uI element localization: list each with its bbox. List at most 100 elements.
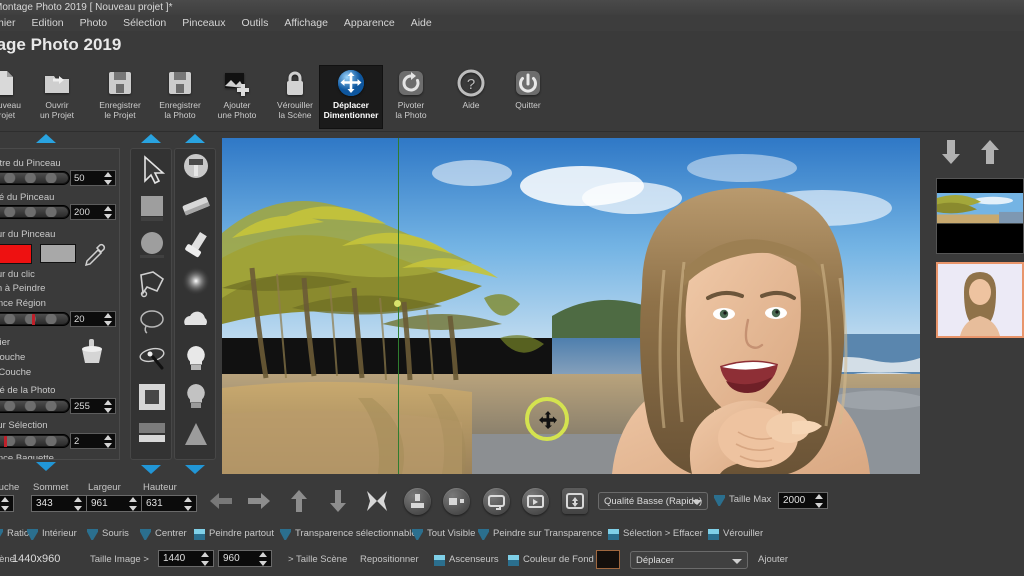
- selection-contour-slider[interactable]: [0, 434, 70, 448]
- chevron-down-icon[interactable]: [732, 559, 742, 564]
- checkbox-icon[interactable]: [194, 529, 205, 540]
- layer-thumbnail-beach-palms[interactable]: [936, 178, 1024, 254]
- reposition-button[interactable]: Repositionner: [360, 554, 419, 565]
- left-field-input[interactable]: [0, 495, 14, 512]
- menu-item-apparence[interactable]: Apparence: [336, 15, 403, 31]
- toolbar-button-ouvrir-projet[interactable]: Ouvrir un Projet: [25, 65, 89, 129]
- toolbar-button-aide[interactable]: ? Aide: [439, 65, 503, 129]
- next-step-button[interactable]: [522, 488, 549, 515]
- sommet-input[interactable]: 343: [31, 495, 87, 512]
- image-height-input[interactable]: 960: [218, 550, 272, 567]
- tool-eraser[interactable]: [177, 189, 215, 227]
- menu-item-outils[interactable]: Outils: [233, 15, 276, 31]
- spinner-arrows-icon[interactable]: [104, 435, 113, 448]
- fit-scene-button[interactable]: [562, 488, 588, 514]
- spinner-arrows-icon[interactable]: [1, 497, 10, 511]
- toolcol1-scroll-up-icon[interactable]: [141, 134, 161, 143]
- tool-cloud-smudge[interactable]: [177, 303, 215, 341]
- menu-item-affichage[interactable]: Affichage: [276, 15, 336, 31]
- toolbar-button-deplacer-dimentionner[interactable]: Déplacer Dimentionner: [319, 65, 383, 129]
- spinner-arrows-icon[interactable]: [104, 313, 113, 326]
- brush-density-input[interactable]: 200: [70, 204, 116, 220]
- menu-item-edition[interactable]: Edition: [24, 15, 72, 31]
- spinner-arrows-icon[interactable]: [104, 206, 113, 219]
- toolbar-button-quitter[interactable]: Quitter: [496, 65, 560, 129]
- collapse-center-button[interactable]: [364, 488, 390, 514]
- move-up-button[interactable]: [286, 488, 312, 514]
- photo-opacity-slider[interactable]: [0, 399, 70, 413]
- selection-contour-input[interactable]: 2: [70, 433, 116, 449]
- spinner-arrows-icon[interactable]: [74, 497, 83, 511]
- paint-bucket-icon[interactable]: [78, 337, 106, 374]
- toolcol2-scroll-down-icon[interactable]: [185, 465, 205, 474]
- menu-item-fichier[interactable]: Fichier: [0, 15, 24, 31]
- menu-item-selection[interactable]: Sélection: [115, 15, 174, 31]
- editing-canvas[interactable]: [222, 138, 920, 474]
- align-horizontal-button[interactable]: [443, 488, 470, 515]
- toolcol1-scroll-down-icon[interactable]: [141, 465, 161, 474]
- tool-frame-border[interactable]: [133, 379, 171, 417]
- tool-rectangle-select[interactable]: [133, 189, 171, 227]
- move-right-button[interactable]: [246, 488, 272, 514]
- checkbox-icon[interactable]: [140, 529, 151, 540]
- brush-color-swatch[interactable]: [0, 244, 32, 264]
- spinner-arrows-icon[interactable]: [201, 552, 210, 566]
- checkbox-icon[interactable]: [87, 529, 98, 540]
- toolbar-button-enregistrer-photo[interactable]: Enregistrer la Photo: [148, 65, 212, 129]
- eyedropper-icon[interactable]: [84, 242, 106, 271]
- layer-thumbnail-portrait[interactable]: [936, 262, 1024, 338]
- checkbox-icon[interactable]: [714, 495, 725, 506]
- tool-polygon-lasso[interactable]: [133, 265, 171, 303]
- multi-layer-label[interactable]: Multi couche: [0, 352, 25, 363]
- screen-fit-button[interactable]: [483, 488, 510, 515]
- brush-density-slider[interactable]: [0, 205, 70, 219]
- brush-diameter-input[interactable]: 50: [70, 170, 116, 186]
- tool-arrow-pointer[interactable]: [133, 151, 171, 189]
- layer-move-up-icon[interactable]: [979, 138, 1001, 171]
- toolbar-button-enregistrer-projet[interactable]: Enregistrer le Projet: [88, 65, 152, 129]
- mode-select[interactable]: Déplacer: [630, 551, 748, 569]
- checkbox-icon[interactable]: [508, 555, 519, 566]
- spinner-arrows-icon[interactable]: [104, 400, 113, 413]
- toolbar-button-pivoter-photo[interactable]: Pivoter la Photo: [379, 65, 443, 129]
- move-left-button[interactable]: [208, 488, 234, 514]
- toolcol2-scroll-up-icon[interactable]: [185, 134, 205, 143]
- photo-opacity-input[interactable]: 255: [70, 398, 116, 414]
- tool-clone-stamp[interactable]: [177, 227, 215, 265]
- panel-scroll-down-icon[interactable]: [36, 462, 56, 471]
- menu-item-aide[interactable]: Aide: [403, 15, 440, 31]
- checkbox-icon[interactable]: [478, 529, 489, 540]
- background-color-swatch[interactable]: [596, 550, 620, 569]
- toolbar-button-verouiller-scene[interactable]: Vérouiller la Scène: [263, 65, 327, 129]
- brush-diameter-slider[interactable]: [0, 171, 70, 185]
- spinner-arrows-icon[interactable]: [129, 497, 138, 511]
- spinner-arrows-icon[interactable]: [104, 172, 113, 185]
- quality-select[interactable]: Qualité Basse (Rapide): [598, 492, 708, 510]
- checkbox-icon[interactable]: [0, 529, 3, 540]
- checkbox-icon[interactable]: [608, 529, 619, 540]
- spinner-arrows-icon[interactable]: [184, 497, 193, 511]
- move-down-button[interactable]: [325, 488, 351, 514]
- tool-magic-wand[interactable]: [133, 341, 171, 379]
- align-vertical-button[interactable]: [404, 488, 431, 515]
- spinner-arrows-icon[interactable]: [815, 494, 824, 508]
- tool-crop[interactable]: [133, 417, 171, 455]
- mono-layer-label[interactable]: Mono Couche: [0, 367, 31, 378]
- image-width-input[interactable]: 1440: [158, 550, 214, 567]
- tool-blur-glow[interactable]: [177, 265, 215, 303]
- tool-freehand-lasso[interactable]: [133, 303, 171, 341]
- checkbox-icon[interactable]: [280, 529, 291, 540]
- chevron-down-icon[interactable]: [692, 500, 702, 505]
- panel-scroll-up-icon[interactable]: [36, 134, 56, 143]
- scene-size-button[interactable]: > Taille Scène: [288, 554, 347, 565]
- menu-item-photo[interactable]: Photo: [72, 15, 115, 31]
- hauteur-input[interactable]: 631: [141, 495, 197, 512]
- tool-paint-brush[interactable]: [177, 151, 215, 189]
- tool-ellipse-select[interactable]: [133, 227, 171, 265]
- toolbar-button-ajouter-photo[interactable]: Ajouter une Photo: [205, 65, 269, 129]
- menu-item-pinceaux[interactable]: Pinceaux: [174, 15, 233, 31]
- layer-move-down-icon[interactable]: [940, 138, 962, 171]
- region-tolerance-slider[interactable]: [0, 312, 70, 326]
- largeur-input[interactable]: 961: [86, 495, 142, 512]
- region-tolerance-input[interactable]: 20: [70, 311, 116, 327]
